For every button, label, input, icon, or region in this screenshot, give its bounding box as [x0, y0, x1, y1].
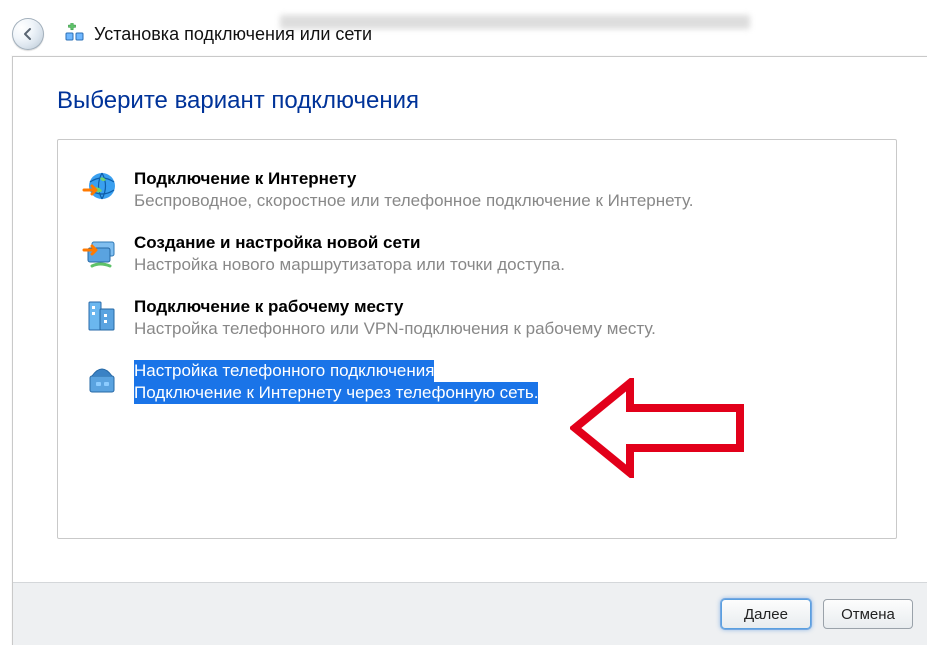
next-button[interactable]: Далее: [721, 599, 811, 629]
option-internet[interactable]: Подключение к Интернету Беспроводное, ск…: [78, 164, 876, 216]
phone-modem-icon: [82, 360, 122, 400]
wizard-button-bar: Далее Отмена: [13, 582, 927, 645]
network-wizard-icon: [64, 23, 86, 45]
options-panel: Подключение к Интернету Беспроводное, ск…: [57, 139, 897, 539]
option-new-network[interactable]: Создание и настройка новой сети Настройк…: [78, 228, 876, 280]
wizard-window: Выберите вариант подключения Подключ: [12, 56, 927, 645]
page-heading: Выберите вариант подключения: [57, 87, 897, 115]
option-subtitle: Подключение к Интернету через телефонную…: [134, 382, 538, 404]
cancel-button[interactable]: Отмена: [823, 599, 913, 629]
router-setup-icon: [82, 232, 122, 272]
option-workplace[interactable]: Подключение к рабочему месту Настройка т…: [78, 292, 876, 344]
option-subtitle: Настройка телефонного или VPN-подключени…: [134, 318, 656, 340]
option-title: Подключение к Интернету: [134, 168, 694, 190]
option-title: Настройка телефонного подключения: [134, 360, 434, 382]
option-dialup[interactable]: Настройка телефонного подключения Подклю…: [78, 356, 876, 408]
option-title: Создание и настройка новой сети: [134, 232, 565, 254]
back-button[interactable]: [12, 18, 44, 50]
globe-connect-icon: [82, 168, 122, 208]
option-subtitle: Беспроводное, скоростное или телефонное …: [134, 190, 694, 212]
option-subtitle: Настройка нового маршрутизатора или точк…: [134, 254, 565, 276]
workplace-icon: [82, 296, 122, 336]
option-title: Подключение к рабочему месту: [134, 296, 656, 318]
back-arrow-icon: [20, 26, 36, 42]
window-title: Установка подключения или сети: [94, 24, 372, 45]
window-header-bar: Установка подключения или сети: [12, 15, 915, 53]
